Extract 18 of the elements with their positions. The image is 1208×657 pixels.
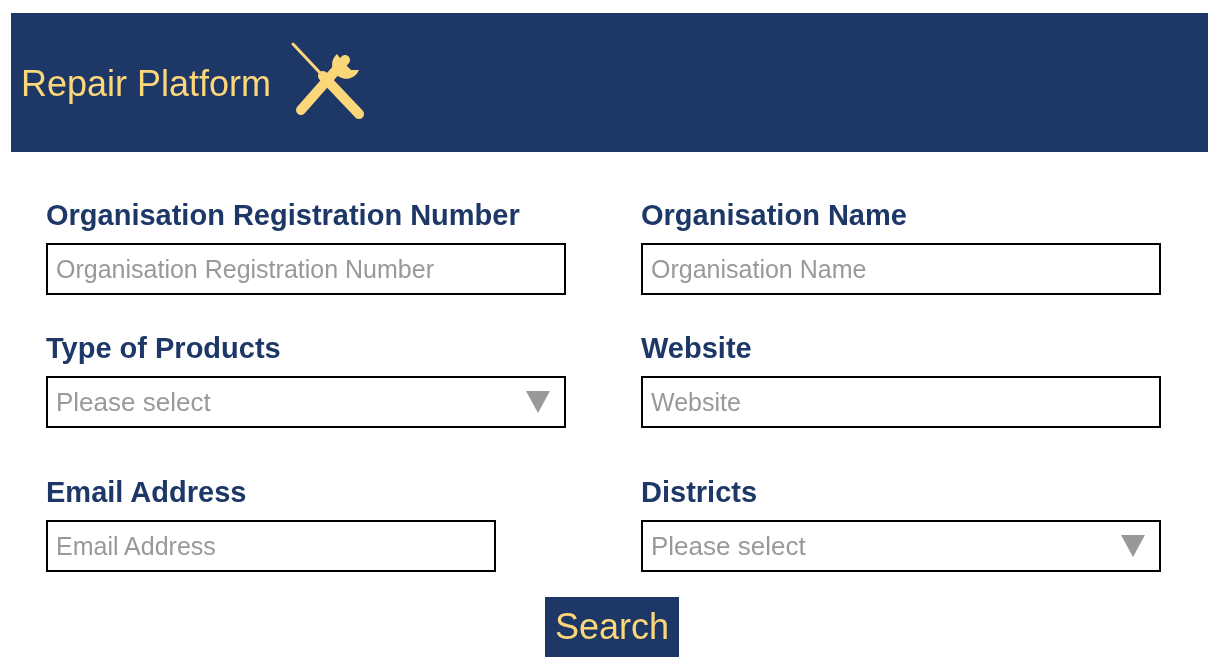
input-field[interactable]: Email Address <box>46 520 496 572</box>
dropdown-placeholder: Please select <box>651 529 806 563</box>
field-label: Email Address <box>46 475 248 510</box>
dropdown-placeholder: Please select <box>56 385 211 419</box>
input-field[interactable]: Organisation Registration Number <box>46 243 566 295</box>
app-title: Repair Platform <box>21 61 272 106</box>
input-field[interactable]: Website <box>641 376 1161 428</box>
search-button[interactable]: Search <box>544 597 680 657</box>
field-label: Organisation Registration Number <box>46 198 521 233</box>
dropdown[interactable]: Please select <box>641 520 1161 572</box>
input-field[interactable]: Organisation Name <box>641 243 1161 295</box>
field-label: Type of Products <box>46 331 282 366</box>
dropdown-arrow-icon <box>1121 535 1145 557</box>
field-label: Website <box>641 331 753 366</box>
field-label: Organisation Name <box>641 198 908 233</box>
dropdown[interactable]: Please select <box>46 376 566 428</box>
field-label: Districts <box>641 475 759 510</box>
dropdown-arrow-icon <box>526 391 550 413</box>
